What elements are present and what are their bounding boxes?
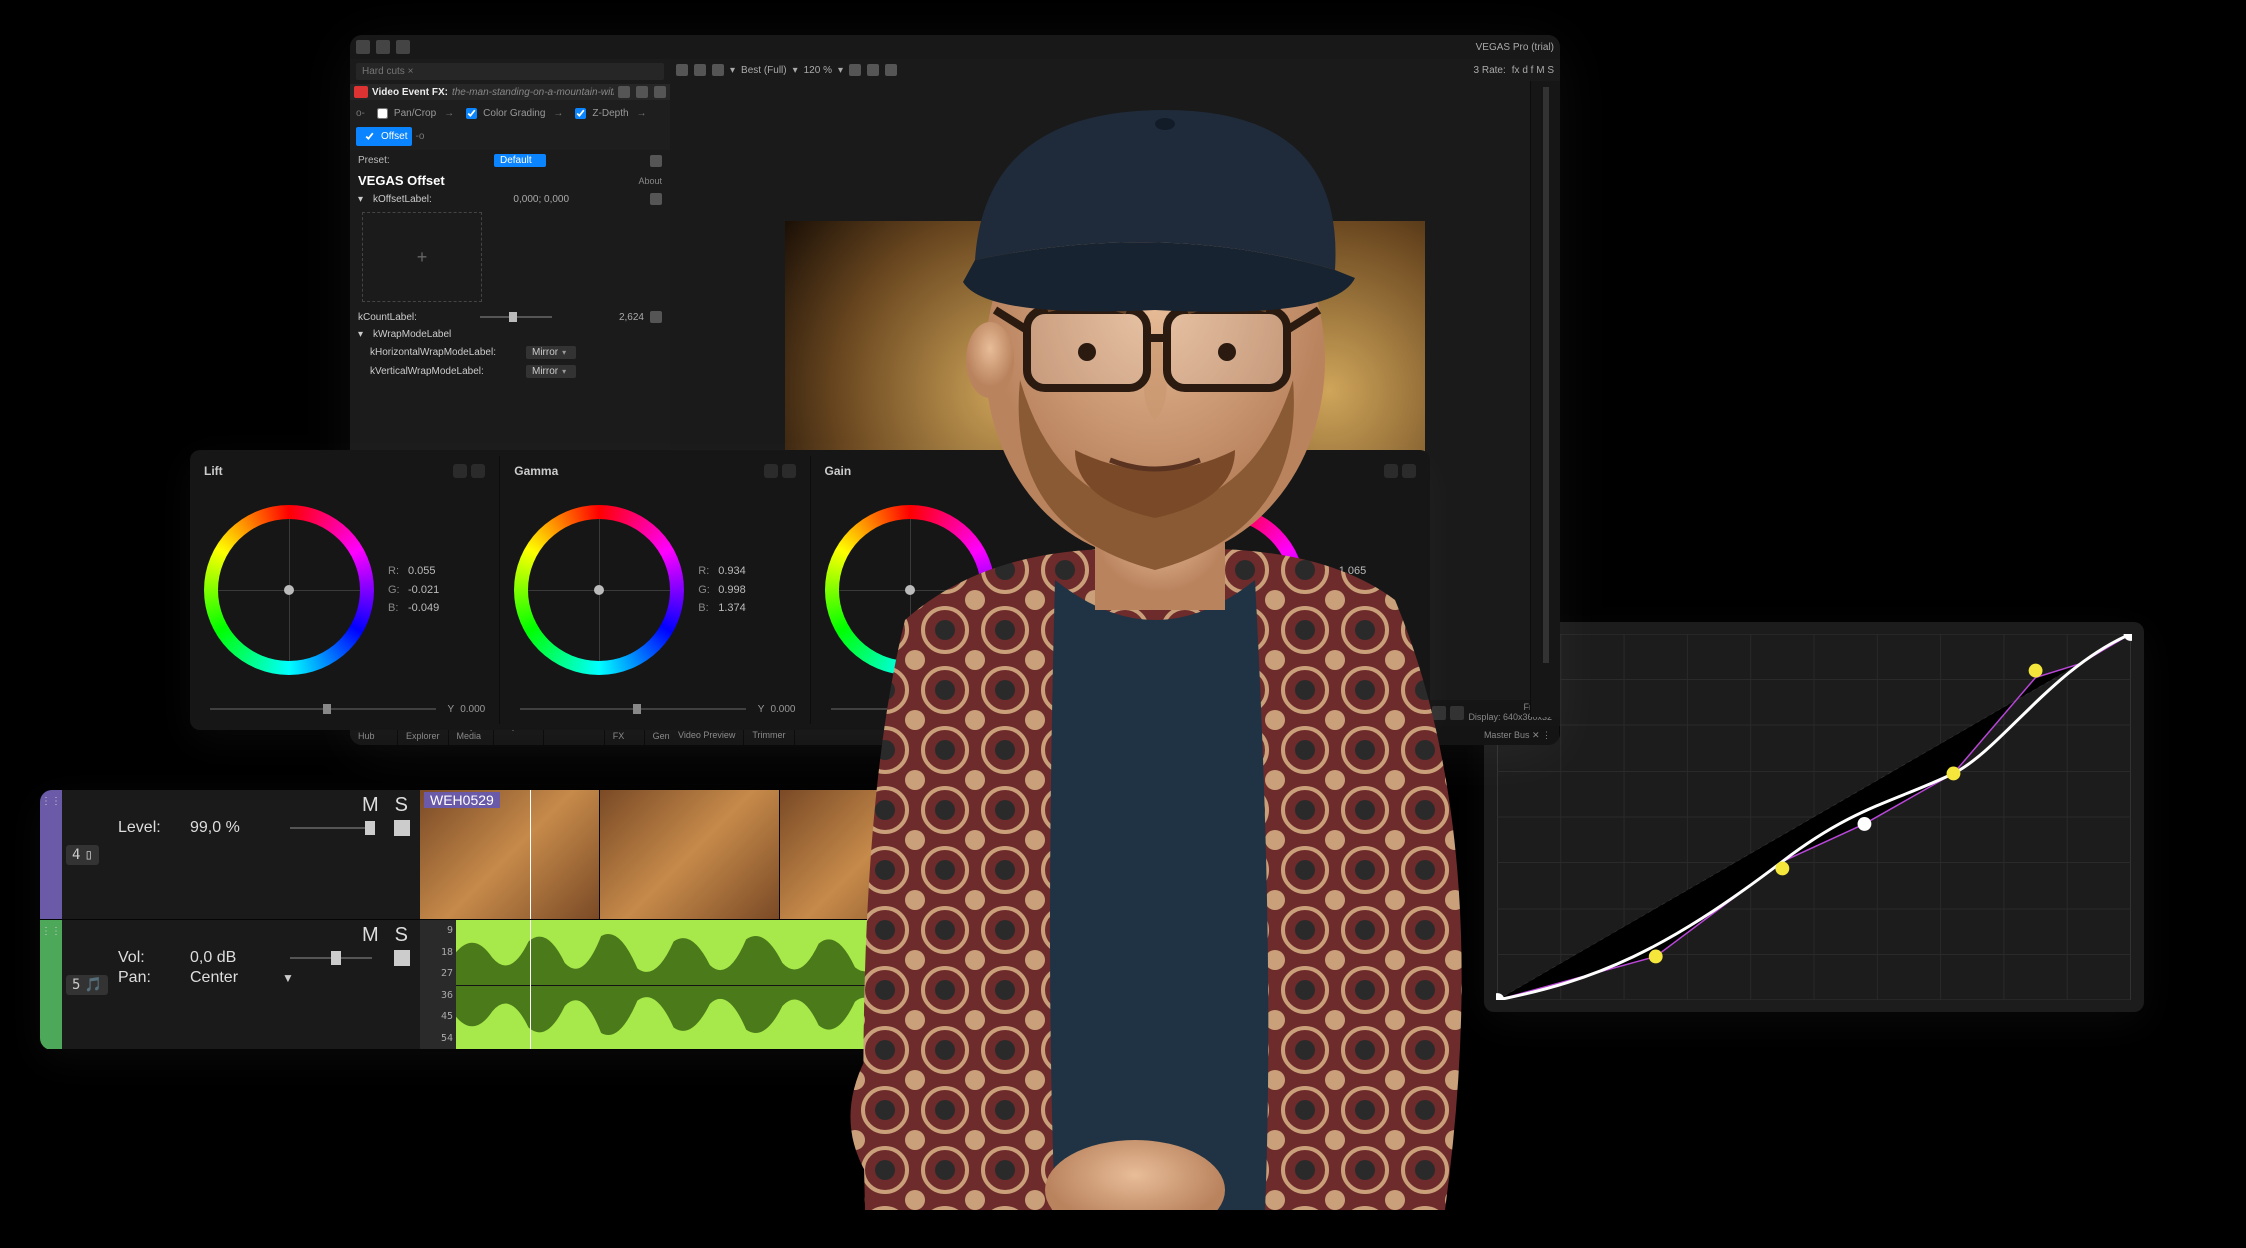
preset-label: Preset: [358,155,390,166]
fx-icon [354,86,368,98]
external-icon[interactable] [676,64,688,76]
perf-flags[interactable]: fx d f M S [1512,65,1554,76]
solo-button[interactable]: S [395,794,410,817]
save-icon[interactable] [376,40,390,54]
refresh-icon[interactable] [694,64,706,76]
solo-button[interactable]: S [395,924,410,947]
db-ruler: 91827364554 [420,920,456,1049]
playhead[interactable] [530,790,531,919]
track-index[interactable]: 5🎵 [66,975,108,995]
chain-zdepth[interactable]: Z-Depth [567,104,632,123]
split-icon[interactable] [636,86,648,98]
curves-panel[interactable] [1484,622,2144,1012]
preset-dropdown[interactable]: Default [494,154,546,167]
param-count[interactable]: kCountLabel: 2,624 [350,308,670,326]
reset-icon[interactable] [453,464,467,478]
param-vwrap[interactable]: kVerticalWrapModeLabel: Mirror [350,362,670,381]
playhead[interactable] [530,920,531,1049]
vfx-title: Video Event FX: [372,87,448,98]
about-link[interactable]: About [638,176,662,186]
mute-button[interactable]: M [362,794,381,817]
vwrap-dropdown[interactable]: Mirror [526,365,576,378]
menu-icon[interactable] [396,40,410,54]
reset-icon[interactable] [764,464,778,478]
presenter-photo [795,60,1515,1210]
plugin-title: VEGAS Offset [358,173,445,188]
clip-name: WEH0529 [424,792,500,808]
picker-icon[interactable] [471,464,485,478]
level-slider[interactable] [290,827,372,829]
pan-dropdown[interactable]: ▼ [282,971,294,985]
automation-button[interactable] [394,820,410,836]
wheel-lift[interactable]: Lift R:0.055 G:-0.021 B:-0.049 Y0.000 [190,456,500,724]
save-preset-icon[interactable] [650,155,662,167]
fx-search-input[interactable] [356,63,664,80]
vfx-clip-name: the-man-standing-on-a-mountain-with-a-be… [452,87,614,98]
offset-pad[interactable]: + [362,212,482,302]
hwrap-dropdown[interactable]: Mirror [526,346,576,359]
picker-icon[interactable] [782,464,796,478]
video-event-fx-header: Video Event FX: the-man-standing-on-a-mo… [350,84,670,100]
audio-track-tab[interactable]: ⋮⋮ [40,920,62,1049]
keyframe-icon[interactable] [650,193,662,205]
vol-slider[interactable] [290,957,372,959]
video-track-tab[interactable]: ⋮⋮ [40,790,62,919]
mute-button[interactable]: M [362,924,381,947]
app-title: VEGAS Pro (trial) [1476,42,1554,53]
param-offset: ▾ kOffsetLabel: 0,000; 0,000 [350,190,670,208]
help-icon[interactable] [654,86,666,98]
chain-pancrop[interactable]: Pan/Crop [369,104,440,123]
wheel-gamma[interactable]: Gamma R:0.934 G:0.998 B:1.374 Y0.000 [500,456,810,724]
track-index[interactable]: 4▯ [66,845,99,865]
fx-chain[interactable]: o- Pan/Crop→ Color Grading→ Z-Depth→ Off… [350,100,670,150]
audio-meters [1530,81,1560,717]
chain-colorgrading[interactable]: Color Grading [458,104,549,123]
folder-icon[interactable] [356,40,370,54]
keyframe-icon[interactable] [650,311,662,323]
quality-dropdown[interactable]: Best (Full) [741,65,787,76]
chain-offset[interactable]: Offset [356,127,412,146]
bypass-icon[interactable] [618,86,630,98]
param-hwrap[interactable]: kHorizontalWrapModeLabel: Mirror [350,343,670,362]
screenshot-icon[interactable] [712,64,724,76]
automation-button[interactable] [394,950,410,966]
app-menubar[interactable]: VEGAS Pro (trial) [350,35,1560,59]
param-wrap-group[interactable]: ▾ kWrapModeLabel [350,326,670,343]
